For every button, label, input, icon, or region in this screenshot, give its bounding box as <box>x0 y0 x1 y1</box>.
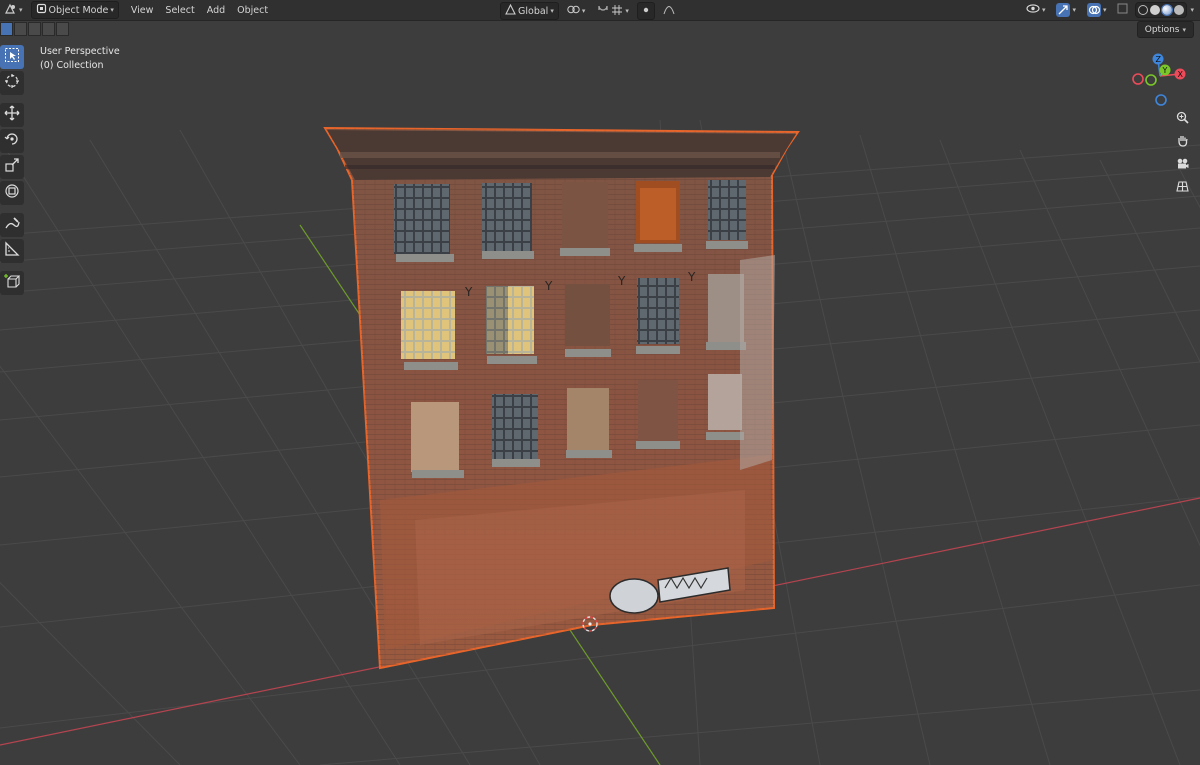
rotate-icon <box>4 131 20 151</box>
select-subtract-icon[interactable] <box>28 22 41 36</box>
falloff-button[interactable] <box>659 3 679 19</box>
transform-orientation-dropdown[interactable]: Global ▾ <box>500 2 559 20</box>
scale-tool[interactable] <box>0 155 24 179</box>
options-dropdown[interactable]: Options ▾ <box>1136 21 1194 38</box>
gizmo-x-label: X <box>1178 70 1184 79</box>
overlays-toggle[interactable]: ▾ <box>1083 2 1111 18</box>
chevron-down-icon: ▾ <box>581 7 586 15</box>
transform-tools: Global ▾ ▾ ▾ <box>500 2 679 20</box>
pan-hand-icon <box>1176 132 1189 151</box>
add-cube-tool[interactable] <box>0 271 24 295</box>
select-extend-icon[interactable] <box>14 22 27 36</box>
object-mode-icon <box>36 3 47 17</box>
eye-icon <box>1026 3 1040 17</box>
menu-add[interactable]: Add <box>201 5 231 16</box>
svg-text:Y: Y <box>464 285 473 299</box>
proportional-editing-button[interactable] <box>636 2 655 20</box>
transform-tool[interactable] <box>0 181 24 205</box>
mode-label: Object Mode <box>48 4 109 16</box>
cursor-icon <box>4 73 20 93</box>
selection-mode-group <box>0 22 69 36</box>
transform-icon <box>4 183 20 203</box>
chevron-down-icon: ▾ <box>625 7 629 15</box>
scale-icon <box>4 157 20 177</box>
3d-viewport[interactable]: Y Y Y Y <box>0 0 1200 765</box>
building-facade[interactable]: Y Y Y Y <box>323 126 800 670</box>
cursor-tool[interactable] <box>0 71 24 95</box>
orientation-icon <box>505 3 516 18</box>
grid-icon <box>1175 178 1189 197</box>
chevron-down-icon: ▾ <box>550 7 554 15</box>
zoom-icon <box>1176 109 1189 128</box>
pivot-point-button[interactable]: ▾ <box>563 3 590 19</box>
rotate-tool[interactable] <box>0 129 24 153</box>
shading-options-chevron-icon[interactable]: ▾ <box>1190 6 1194 14</box>
perspective-toggle-button[interactable] <box>1172 177 1192 197</box>
view-name: User Perspective <box>40 46 120 57</box>
measure-tool[interactable] <box>0 239 24 263</box>
camera-icon <box>1176 155 1189 174</box>
chevron-down-icon: ▾ <box>1072 6 1076 14</box>
annotate-tool[interactable] <box>0 213 24 237</box>
material-shading-icon[interactable] <box>1161 4 1174 16</box>
solid-shading-icon[interactable] <box>1150 5 1161 15</box>
visibility-dropdown[interactable]: ▾ <box>1022 2 1050 18</box>
gizmo-z-label: Z <box>1156 55 1162 64</box>
orientation-label: Global <box>518 5 549 17</box>
rendered-shading-icon[interactable] <box>1174 5 1185 15</box>
select-box-icon <box>4 47 20 67</box>
wireframe-shading-icon[interactable] <box>1138 5 1149 15</box>
editor-type-button[interactable]: ▾ <box>0 2 27 18</box>
navigation-controls <box>1172 108 1194 200</box>
chevron-down-icon: ▾ <box>1182 25 1186 34</box>
svg-text:Y: Y <box>687 270 696 284</box>
move-tool[interactable] <box>0 103 24 127</box>
menu-select[interactable]: Select <box>159 5 200 16</box>
options-label: Options <box>1144 24 1180 35</box>
snap-icon <box>597 4 609 19</box>
overlays-icon <box>1086 3 1101 17</box>
select-box-tool[interactable] <box>0 45 24 69</box>
xray-toggle[interactable] <box>1113 2 1132 18</box>
gizmo-icon <box>1056 3 1071 17</box>
pivot-icon <box>567 4 580 18</box>
proportional-icon <box>641 5 651 18</box>
select-intersect-icon[interactable] <box>56 22 69 36</box>
editor-type-icon <box>4 3 17 18</box>
chevron-down-icon: ▾ <box>1041 6 1046 14</box>
pan-button[interactable] <box>1172 131 1192 151</box>
menu-object[interactable]: Object <box>231 5 274 16</box>
viewport-header: ▾ Object Mode ▾ View Select Add Object G… <box>0 0 1200 21</box>
svg-text:Y: Y <box>544 279 553 293</box>
measure-icon <box>4 241 20 261</box>
collection-label: (0) Collection <box>40 60 104 71</box>
camera-view-button[interactable] <box>1172 154 1192 174</box>
snap-grid-icon <box>611 4 623 19</box>
tool-shelf <box>0 44 26 297</box>
select-new-icon[interactable] <box>0 22 13 36</box>
viewport-display-tools: ▾ ▾ ▾ ▾ <box>1022 2 1194 18</box>
gizmo-toggle[interactable]: ▾ <box>1052 2 1080 18</box>
navigation-gizmo[interactable]: Z Y X <box>1128 52 1194 112</box>
mode-dropdown[interactable]: Object Mode ▾ <box>30 1 119 19</box>
chevron-down-icon: ▾ <box>19 6 23 14</box>
falloff-icon <box>663 5 675 18</box>
xray-icon <box>1117 3 1128 17</box>
annotate-icon <box>4 215 20 235</box>
gizmo-y-label: Y <box>1162 66 1168 75</box>
chevron-down-icon: ▾ <box>110 6 114 14</box>
add-cube-icon <box>4 273 21 293</box>
snapping-button[interactable]: ▾ <box>593 3 633 19</box>
select-invert-icon[interactable] <box>42 22 55 36</box>
chevron-down-icon: ▾ <box>1102 6 1107 14</box>
menu-view[interactable]: View <box>125 5 160 16</box>
zoom-button[interactable] <box>1172 108 1192 128</box>
svg-text:Y: Y <box>617 274 626 288</box>
viewport-info: User Perspective (0) Collection <box>40 45 120 73</box>
move-icon <box>4 105 20 125</box>
blender-window: Y Y Y Y ▾ Object Mode ▾ View Select Add Ob… <box>0 0 1200 765</box>
shading-mode-group <box>1135 2 1188 18</box>
